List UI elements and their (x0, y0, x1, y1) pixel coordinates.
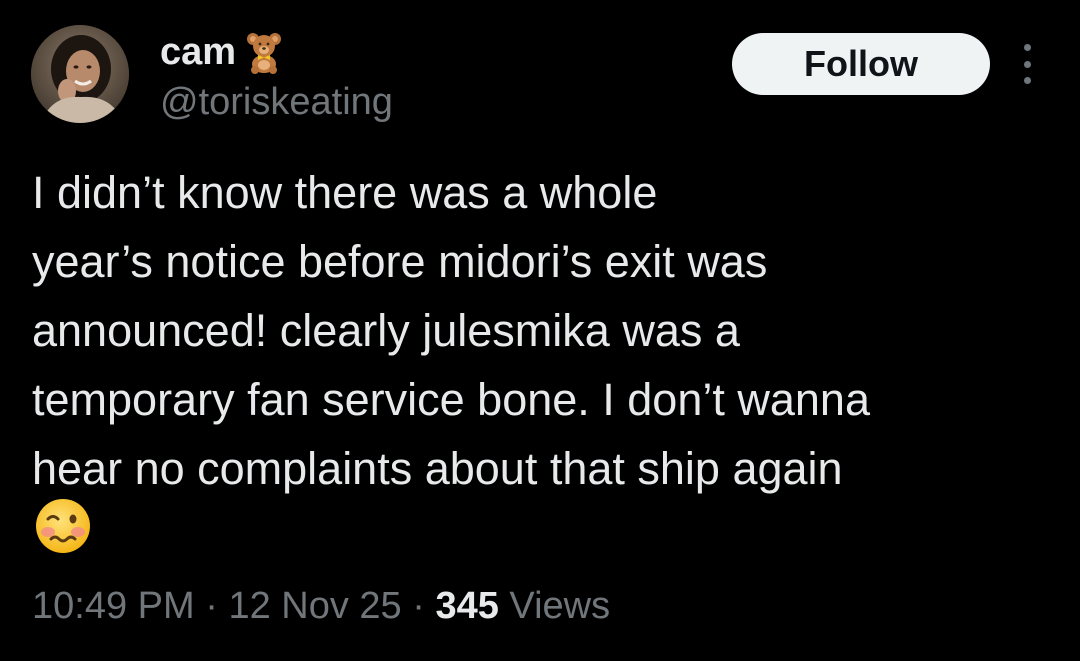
more-dot (1023, 60, 1031, 68)
tweet-meta: 10:49 PM · 12 Nov 25 · 345 Views (32, 582, 610, 630)
tweet-time[interactable]: 10:49 PM (32, 585, 195, 627)
tweet-text-line: hear no complaints about that ship again (32, 443, 843, 494)
tweet-text-line: I didn’t know there was a whole (32, 167, 658, 218)
meta-separator: · (412, 585, 425, 627)
avatar[interactable] (31, 25, 129, 123)
user-handle[interactable]: @toriskeating (160, 80, 393, 124)
more-dot (1023, 44, 1031, 51)
profile-photo (31, 25, 129, 123)
meta-separator: · (205, 585, 218, 627)
follow-button[interactable]: Follow (732, 33, 990, 95)
tweet-text-line: temporary fan service bone. I don’t wann… (32, 374, 870, 425)
tweet-text-line: announced! clearly julesmika was a (32, 305, 740, 356)
display-name[interactable]: cam (160, 30, 286, 74)
tweet-date[interactable]: 12 Nov 25 (228, 585, 401, 627)
display-name-text: cam (160, 31, 237, 73)
tweet-text: I didn’t know there was a whole year’s n… (32, 158, 1062, 503)
views-count[interactable]: 345 (435, 585, 498, 627)
more-vertical-icon[interactable] (1012, 44, 1042, 84)
views-label: Views (509, 585, 611, 627)
teddy-bear-icon (242, 30, 286, 74)
more-dot (1023, 77, 1031, 84)
tweet-text-line: year’s notice before midori’s exit was (32, 236, 768, 287)
woozy-face-icon (34, 497, 92, 555)
